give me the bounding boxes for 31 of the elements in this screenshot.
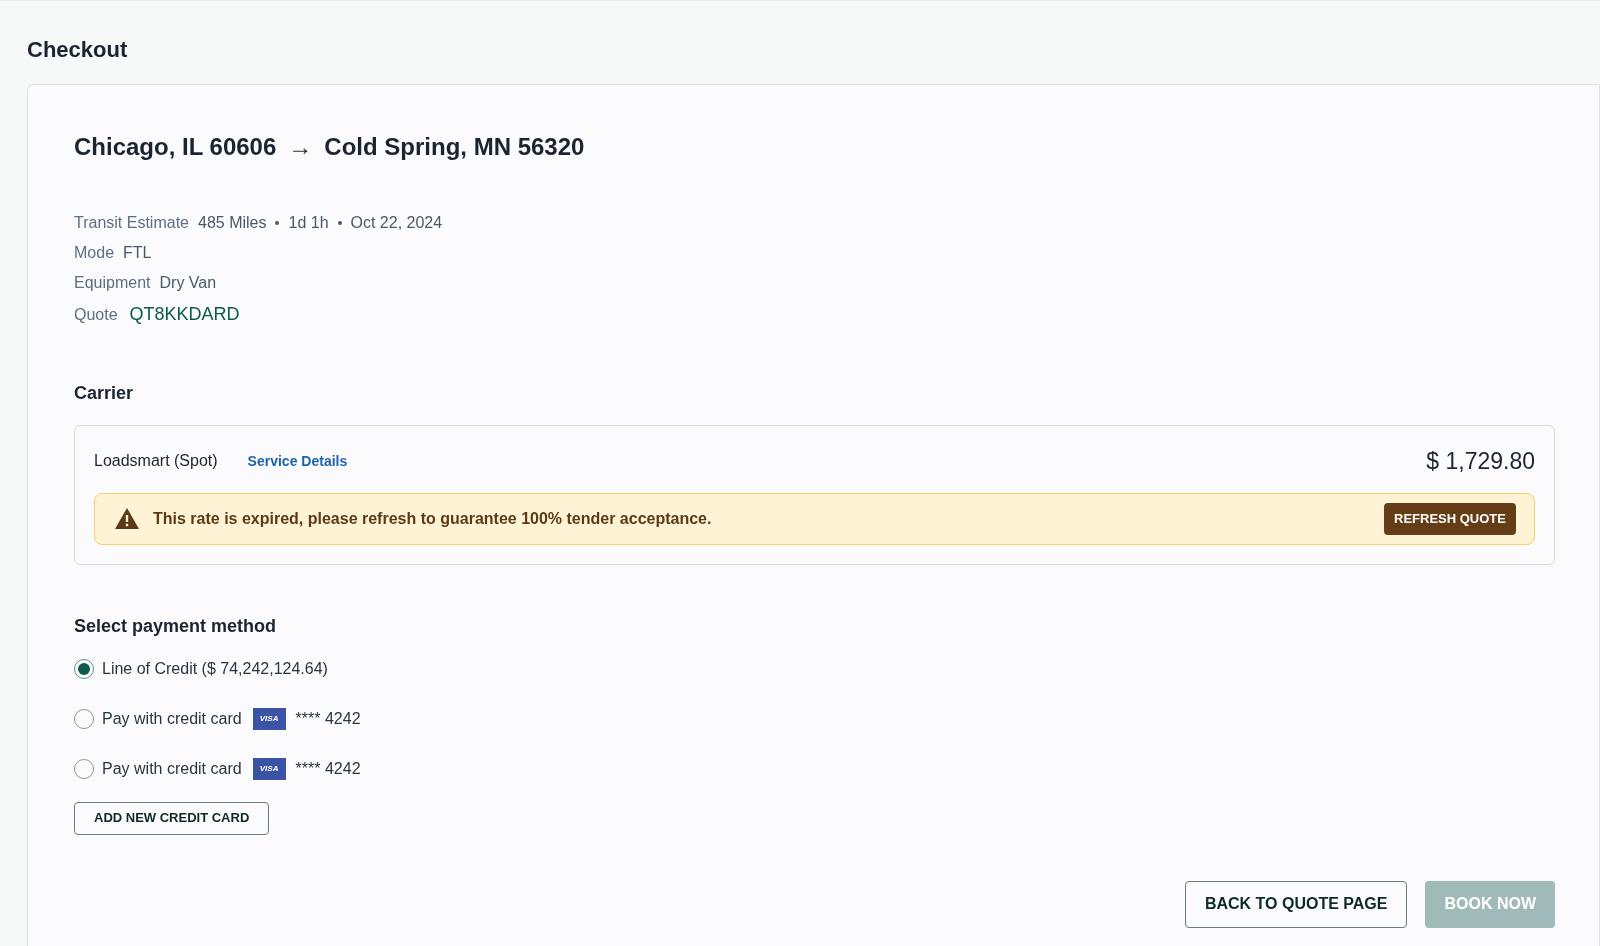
arrow-icon: → (288, 129, 313, 165)
detail-value: Oct 22, 2024 (350, 213, 443, 233)
add-credit-card-button[interactable]: ADD NEW CREDIT CARD (74, 801, 270, 835)
page-title: Checkout (27, 36, 129, 64)
origin-text: Chicago, IL 60606 (74, 132, 277, 162)
section-heading: Carrier (74, 382, 135, 405)
card-number: **** 4242 (295, 708, 361, 729)
card-number: **** 4242 (295, 758, 361, 779)
refresh-quote-button[interactable]: REFRESH QUOTE (1384, 502, 1516, 535)
back-button[interactable]: BACK TO QUOTE PAGE (1184, 880, 1408, 928)
detail-value: FTL (123, 243, 152, 263)
detail-label: Mode (74, 243, 115, 263)
warning-icon (115, 508, 139, 529)
payment-option-label: Pay with credit card (102, 708, 242, 729)
service-details-link[interactable]: Service Details (247, 450, 348, 472)
detail-value: 485 Miles (198, 213, 267, 233)
card-brand-logo: VISA (252, 707, 286, 730)
detail-value: 1d 1h (288, 213, 329, 233)
detail-label: Transit Estimate (74, 213, 189, 233)
detail-value: QT8KKDARD (129, 303, 240, 326)
card-brand-logo: VISA (252, 757, 286, 780)
payment-option-label: Pay with credit card (102, 758, 242, 779)
payment-option-label: Line of Credit ($ 74,242,124.64) (102, 658, 328, 679)
price-text: $ 1,729.80 (1426, 447, 1535, 476)
destination-text: Cold Spring, MN 56320 (324, 132, 585, 162)
warning-message: This rate is expired, please refresh to guarantee 100% tender acceptance. (153, 508, 712, 529)
detail-label: Equipment (74, 273, 151, 293)
section-heading: Select payment method (74, 614, 278, 638)
detail-label: Quote (74, 304, 118, 325)
carrier-name: Loadsmart (Spot) (94, 451, 218, 472)
detail-value: Dry Van (159, 273, 217, 293)
